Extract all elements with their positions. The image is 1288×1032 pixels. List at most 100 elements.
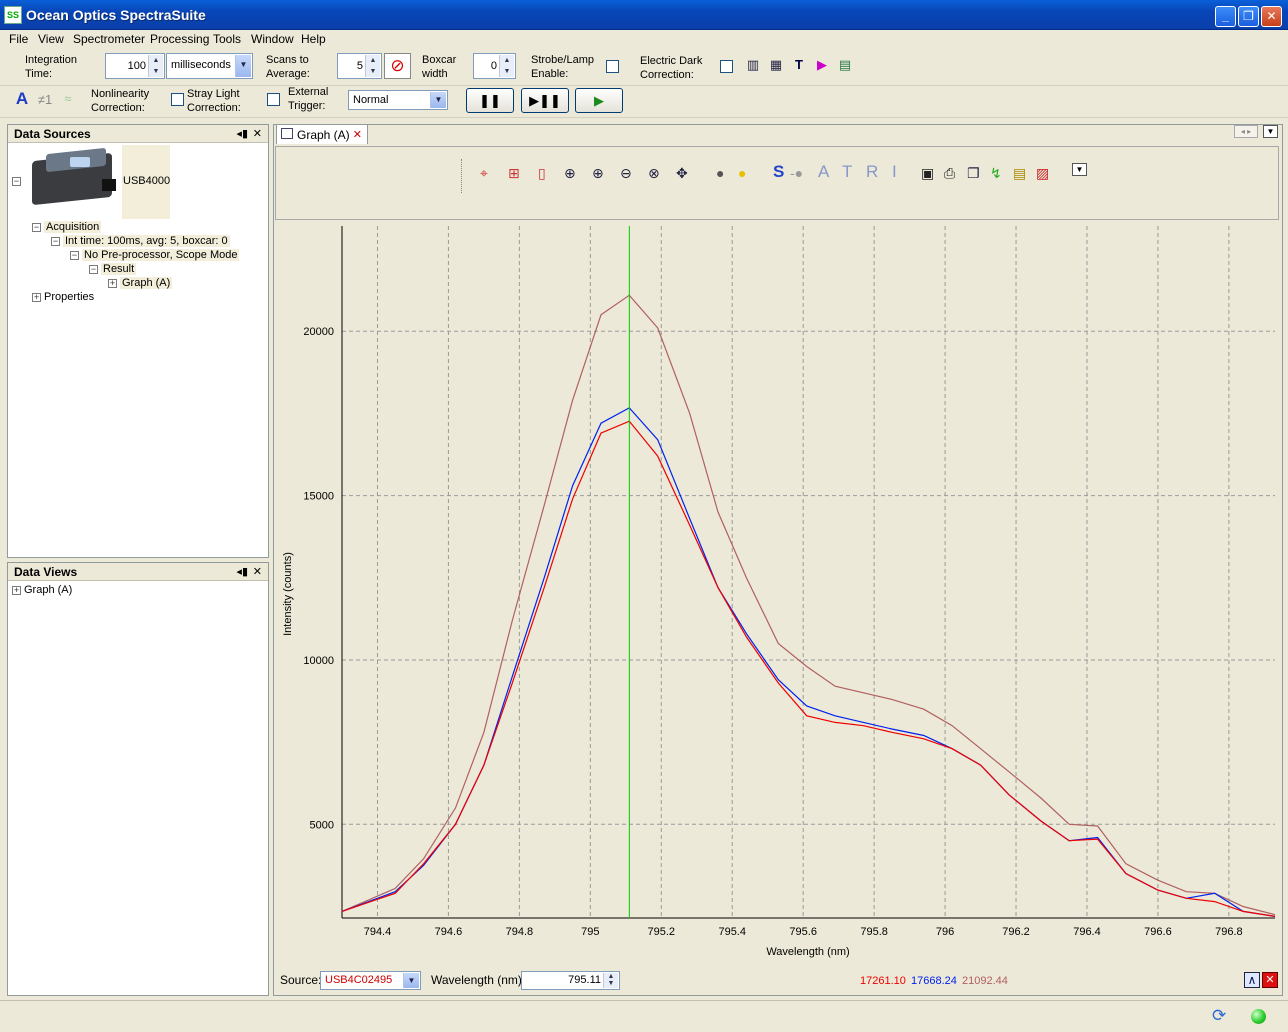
tab-menu-icon[interactable]: ▼ — [1263, 125, 1278, 138]
stray-light-checkbox[interactable] — [267, 93, 280, 106]
zoom-vertical-icon[interactable]: ▯ — [538, 165, 546, 182]
peak-icon[interactable]: ∧ — [1244, 972, 1260, 988]
absorbance-mode-a[interactable]: A — [818, 162, 829, 182]
close-tab-icon[interactable]: ✕ — [353, 128, 362, 141]
menu-window[interactable]: Window — [251, 32, 294, 46]
x-tick-label: 794.8 — [506, 926, 534, 938]
export-icon[interactable]: ▤ — [1013, 165, 1026, 182]
tree-item-device[interactable]: USB4000 — [123, 175, 170, 187]
menu-processing[interactable]: Processing — [150, 32, 209, 46]
zoom-box-icon[interactable]: ⊞ — [508, 165, 520, 182]
tree-expander[interactable]: − — [12, 175, 24, 187]
text-view-icon[interactable]: T — [791, 57, 807, 73]
delete-overlay-icon[interactable]: ▨ — [1036, 165, 1049, 182]
minimize-button[interactable]: _ — [1215, 6, 1236, 27]
pause-button[interactable]: ❚❚ — [466, 88, 514, 113]
zoom-out-icon[interactable]: ⊖ — [620, 165, 632, 182]
irradiance-mode-i[interactable]: I — [892, 162, 897, 182]
status-light-icon — [1251, 1009, 1266, 1024]
y-tick-label: 5000 — [310, 819, 334, 831]
zoom-in-icon[interactable]: ⊕ — [592, 165, 604, 182]
y-axis-label: Intensity (counts) — [282, 552, 294, 636]
crosshair-icon[interactable]: ⌖ — [480, 165, 488, 182]
menu-spectrometer[interactable]: Spectrometer — [73, 32, 145, 46]
tree-item-int-time[interactable]: − Int time: 100ms, avg: 5, boxcar: 0 — [51, 235, 230, 247]
auto-scale-a-icon[interactable]: A — [14, 90, 30, 107]
scans-to-average-spinner[interactable]: 5 ▲ ▼ — [337, 53, 382, 79]
close-panel-icon[interactable]: ✕ — [253, 127, 262, 140]
tree-item-acquisition[interactable]: − Acquisition — [32, 221, 102, 233]
spectrum-chart[interactable]: 794.4 794.6 794.8 795 795.2 795.4 795.6 795.8 79… — [275, 222, 1279, 964]
integration-unit-select[interactable]: milliseconds ▼ — [166, 53, 253, 79]
status-bar: ⟳ — [0, 1000, 1288, 1032]
overlay-icon[interactable]: ↯ — [990, 165, 1002, 182]
spinner-arrows[interactable]: ▲ ▼ — [365, 55, 380, 77]
tab-scroll-arrows[interactable]: ◂ ▸ — [1234, 125, 1258, 138]
copy-icon[interactable]: ❐ — [967, 165, 980, 182]
tab-graph-a[interactable]: Graph (A) ✕ — [276, 124, 368, 144]
data-sources-header: Data Sources ◂▮ ✕ — [8, 125, 268, 143]
y-tick-label: 20000 — [303, 326, 334, 338]
refresh-icon[interactable]: ⟳ — [1212, 1006, 1226, 1026]
not-equal-icon[interactable]: ≠1 — [37, 92, 53, 108]
tree-item-properties[interactable]: + Properties — [32, 291, 94, 303]
menu-file[interactable]: File — [9, 32, 28, 46]
pan-icon[interactable]: ✥ — [676, 165, 688, 182]
menu-tools[interactable]: Tools — [213, 32, 241, 46]
scope-mode-s[interactable]: S — [773, 162, 784, 182]
graph-view-icon[interactable]: ▥ — [745, 57, 761, 73]
strobe-lamp-checkbox[interactable] — [606, 60, 619, 73]
bulb-on-icon[interactable]: ● — [738, 165, 746, 181]
integration-time-spinner[interactable]: 100 ▲ ▼ — [105, 53, 165, 79]
x-tick-label: 796.6 — [1144, 926, 1172, 938]
x-tick-label: 795.8 — [860, 926, 888, 938]
boxcar-width-spinner[interactable]: 0 ▲ ▼ — [473, 53, 516, 79]
wave-icon[interactable]: ≈ — [60, 91, 76, 107]
close-panel-icon[interactable]: ✕ — [253, 565, 262, 578]
maximize-button[interactable]: ❐ — [1238, 6, 1259, 27]
chevron-down-icon[interactable]: ▼ — [430, 92, 446, 108]
chart-toolbar-menu-icon[interactable]: ▼ — [1072, 163, 1087, 176]
table-view-icon[interactable]: ▦ — [768, 57, 784, 73]
zoom-reset-icon[interactable]: ⊗ — [648, 165, 660, 182]
overlay-view-icon[interactable]: ▤ — [837, 57, 853, 73]
close-button[interactable]: ✕ — [1261, 6, 1282, 27]
chart-grid — [342, 226, 1275, 918]
x-tick-label: 796.2 — [1002, 926, 1030, 938]
transmission-mode-t[interactable]: T — [842, 162, 852, 182]
tree-item-graph[interactable]: + Graph (A) — [108, 277, 173, 289]
stop-averaging-icon[interactable]: ⊘ — [384, 53, 411, 79]
spinner-arrows[interactable]: ▲ ▼ — [148, 55, 163, 77]
data-view-item-graph[interactable]: + Graph (A) — [12, 584, 72, 596]
electric-dark-checkbox[interactable] — [720, 60, 733, 73]
nonlinearity-checkbox[interactable] — [171, 93, 184, 106]
tree-item-result[interactable]: − Result — [89, 263, 137, 275]
play-button[interactable]: ▶ — [575, 88, 623, 113]
bulb-off-icon[interactable]: ● — [716, 165, 724, 181]
zoom-fit-icon[interactable]: ⊕ — [564, 165, 576, 182]
tree-item-preprocessor[interactable]: − No Pre-processor, Scope Mode — [70, 249, 240, 261]
menu-view[interactable]: View — [38, 32, 64, 46]
minimize-panel-icon[interactable]: ◂▮ — [236, 565, 248, 578]
trigger-mode-select[interactable]: Normal ▼ — [348, 90, 448, 110]
chevron-down-icon[interactable]: ▼ — [235, 55, 251, 77]
clear-cursor-icon[interactable]: ✕ — [1262, 972, 1278, 988]
reflection-mode-r[interactable]: R — [866, 162, 878, 182]
spinner-arrows[interactable]: ▲ ▼ — [603, 973, 618, 988]
source-label: Source: — [280, 973, 322, 987]
menu-help[interactable]: Help — [301, 32, 326, 46]
color-view-icon[interactable]: ▶ — [814, 57, 830, 73]
minimize-panel-icon[interactable]: ◂▮ — [236, 127, 248, 140]
menu-bar: File View Spectrometer Processing Tools … — [0, 30, 1288, 48]
spinner-arrows[interactable]: ▲ ▼ — [499, 55, 514, 77]
print-icon[interactable]: ⎙ — [944, 165, 955, 182]
app-icon: SS — [4, 6, 22, 24]
dark-bulb-icon[interactable]: -● — [790, 165, 803, 181]
chevron-down-icon[interactable]: ▼ — [403, 973, 419, 988]
step-button[interactable]: ▶❚❚ — [521, 88, 569, 113]
readout-brown: 21092.44 — [962, 975, 1008, 987]
title-bar: SS Ocean Optics SpectraSuite _ ❐ ✕ — [0, 0, 1288, 30]
source-select[interactable]: USB4C02495 ▼ — [320, 971, 421, 990]
save-icon[interactable]: ▣ — [921, 165, 934, 182]
wavelength-spinner[interactable]: 795.11 ▲ ▼ — [521, 971, 620, 990]
